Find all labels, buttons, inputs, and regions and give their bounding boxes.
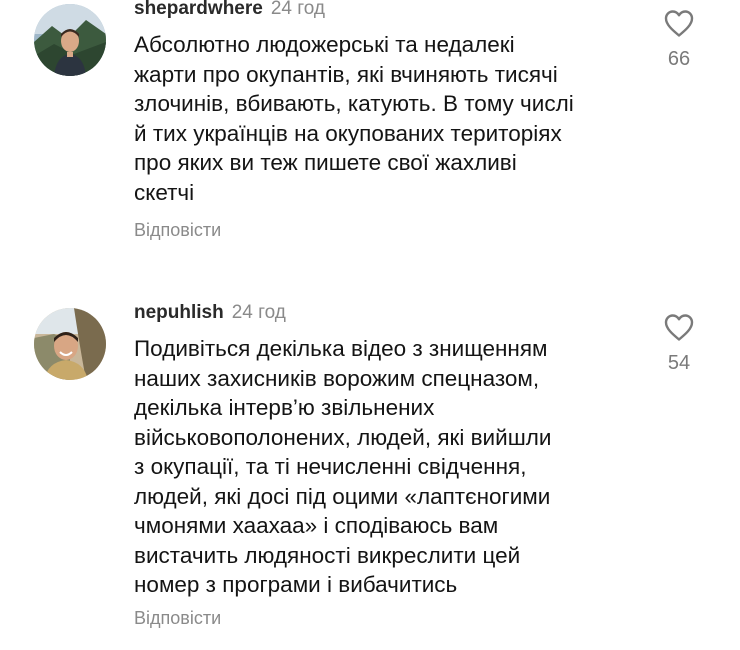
comment-text-line: номер з програми і вибачитись: [134, 572, 458, 597]
reply-button[interactable]: Відповісти: [134, 220, 221, 241]
heart-outline-icon[interactable]: [663, 8, 695, 38]
avatar[interactable]: [34, 4, 106, 76]
comment-text-line: злочинів, вбивають, катують. В тому числ…: [134, 91, 574, 116]
heart-outline-icon[interactable]: [663, 312, 695, 342]
like-control: 66: [652, 8, 706, 71]
like-count: 54: [667, 352, 691, 374]
comment-text-line: Подивіться декілька відео з знищенням: [134, 336, 548, 361]
comment-timestamp: 24 год: [231, 302, 286, 323]
reply-button[interactable]: Відповісти: [134, 608, 221, 629]
comment-text-line: й тих українців на окупованих територіях: [134, 120, 562, 146]
comment-text-line: чмонями хаахаа» і сподіваюсь вам: [134, 513, 499, 538]
avatar-image: [34, 4, 106, 76]
avatar[interactable]: [34, 308, 106, 380]
comment-text-line: людей, які досі під оцими «лаптєногими: [134, 483, 551, 509]
comment-text-line: скетчі: [134, 179, 195, 205]
comment-timestamp: 24 год: [270, 0, 325, 19]
comment-username[interactable]: nepuhlish 24 год: [134, 302, 286, 324]
comment-text-line: жарти про окупантів, які вчиняють тисячі: [134, 61, 558, 87]
comment-text-line: декілька інтерв’ю звільнених: [134, 395, 435, 420]
comment-text-line: наших захисників ворожим спецназом,: [134, 365, 540, 391]
avatar-image: [34, 308, 106, 380]
like-control: 54: [652, 312, 706, 375]
comment-text: Абсолютно людожерські та недалекі жарти …: [134, 30, 634, 207]
comment-text-line: вистачить людяності викреслити цей: [134, 542, 521, 568]
comment-text-line: Абсолютно людожерські та недалекі: [134, 32, 515, 57]
comment-text-line: з окупації, та ті нечисленні свідчення,: [134, 454, 527, 479]
username-text[interactable]: shepardwhere: [134, 0, 263, 19]
comment-text-line: військовополонених, людей, які вийшли: [134, 424, 552, 450]
like-count: 66: [667, 48, 691, 70]
comment-text: Подивіться декілька відео з знищенням на…: [134, 334, 634, 600]
comment-text-line: про яких ви теж пишете свої жахливі: [134, 150, 517, 175]
comment-username[interactable]: shepardwhere 24 год: [134, 0, 325, 20]
username-text[interactable]: nepuhlish: [134, 302, 224, 323]
